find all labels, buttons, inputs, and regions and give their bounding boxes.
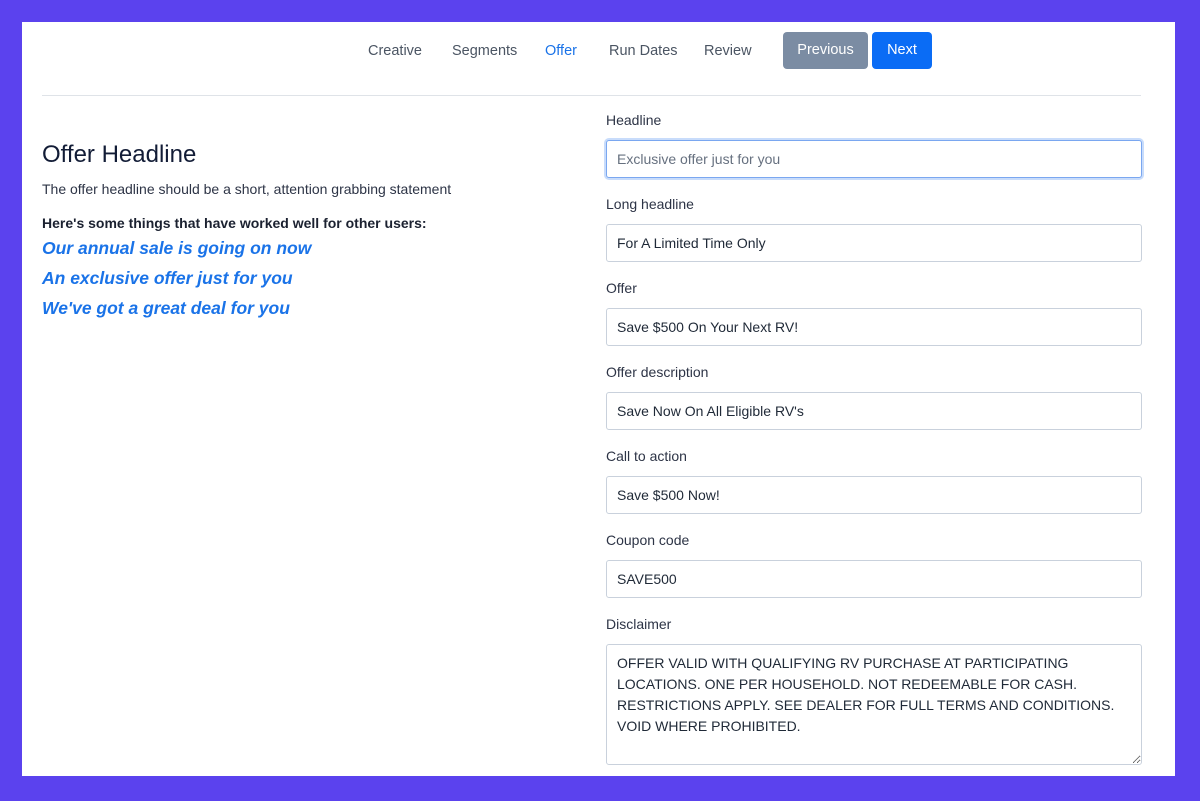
suggestion-item[interactable]: An exclusive offer just for you (42, 263, 562, 293)
coupon-code-input[interactable] (606, 560, 1142, 598)
tab-segments[interactable]: Segments (452, 41, 517, 61)
tab-creative[interactable]: Creative (368, 41, 422, 61)
help-panel: Offer Headline The offer headline should… (42, 137, 562, 323)
help-description: The offer headline should be a short, at… (42, 181, 452, 197)
offer-form: Headline Long headline Offer Offer descr… (606, 110, 1142, 765)
headline-label: Headline (606, 112, 662, 128)
offer-label: Offer (606, 280, 637, 296)
suggestion-item[interactable]: We've got a great deal for you (42, 293, 562, 323)
disclaimer-textarea[interactable]: OFFER VALID WITH QUALIFYING RV PURCHASE … (606, 644, 1142, 765)
headline-input[interactable] (606, 140, 1142, 178)
long-headline-input[interactable] (606, 224, 1142, 262)
page-container: Creative Segments Offer Run Dates Review… (22, 22, 1175, 776)
help-title: Offer Headline (42, 141, 197, 168)
suggestions-intro: Here's some things that have worked well… (42, 215, 427, 231)
tab-offer[interactable]: Offer (545, 41, 577, 61)
next-button[interactable]: Next (872, 32, 932, 69)
suggestion-item[interactable]: Our annual sale is going on now (42, 233, 562, 263)
call-to-action-input[interactable] (606, 476, 1142, 514)
offer-description-label: Offer description (606, 364, 709, 380)
step-navigation: Creative Segments Offer Run Dates Review… (22, 22, 1175, 96)
offer-input[interactable] (606, 308, 1142, 346)
header-divider (42, 95, 1141, 96)
coupon-code-label: Coupon code (606, 532, 690, 548)
call-to-action-label: Call to action (606, 448, 687, 464)
previous-button[interactable]: Previous (783, 32, 868, 69)
tab-review[interactable]: Review (704, 41, 752, 61)
long-headline-label: Long headline (606, 196, 694, 212)
tab-run-dates[interactable]: Run Dates (609, 41, 678, 61)
disclaimer-label: Disclaimer (606, 616, 672, 632)
offer-description-input[interactable] (606, 392, 1142, 430)
